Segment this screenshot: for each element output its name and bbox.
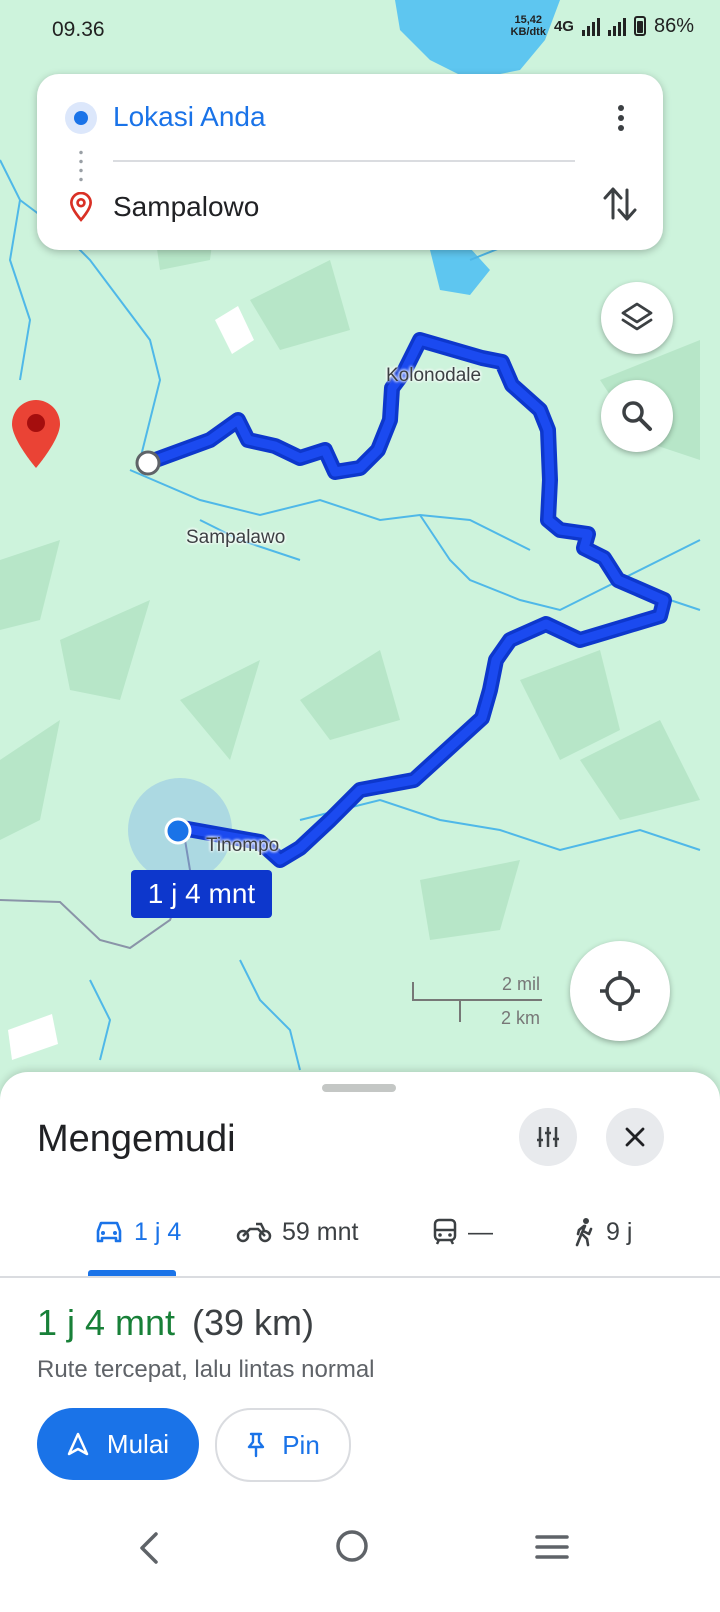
scale-km: 2 km [500, 1008, 540, 1028]
directions-sheet: Mengemudi 1 j 4 59 mnt — 9 j 1 j 4 mnt (… [0, 1072, 720, 1612]
battery-icon [633, 16, 646, 36]
swap-icon[interactable] [601, 184, 639, 224]
tab-motorcycle[interactable]: 59 mnt [236, 1190, 358, 1274]
pin-button[interactable]: Pin [215, 1408, 351, 1482]
travel-mode-tabs: 1 j 4 59 mnt — 9 j [0, 1190, 720, 1278]
navigation-arrow-icon [67, 1432, 89, 1456]
drag-handle[interactable] [322, 1084, 396, 1092]
route-time: 1 j 4 mnt [37, 1302, 176, 1343]
map-label-tinompo: Tinompo [206, 835, 280, 856]
more-options-icon[interactable] [603, 100, 639, 136]
route-distance: (39 km) [192, 1302, 315, 1343]
route-description: Rute tercepat, lalu lintas normal [37, 1356, 375, 1383]
layers-icon [621, 302, 653, 331]
origin-field[interactable]: Lokasi Anda [113, 101, 266, 133]
route-dots [79, 148, 83, 184]
network-type: 4G [553, 17, 574, 35]
close-icon [625, 1127, 645, 1147]
battery-level: 86% [653, 14, 694, 37]
route-duration-chip[interactable]: 1 j 4 mnt [131, 870, 272, 918]
map-label-sampalawo: Sampalawo [186, 527, 286, 548]
route-options-button[interactable] [519, 1108, 577, 1166]
speed-value: 15,42 [514, 14, 542, 26]
signal-icon [607, 16, 626, 36]
sliders-icon [537, 1127, 559, 1147]
scale-miles: 2 mil [501, 974, 540, 994]
start-button[interactable]: Mulai [37, 1408, 199, 1480]
tab-walk[interactable]: 9 j [572, 1190, 632, 1274]
network-speed: 15,42 KB/dtk [511, 14, 546, 38]
pin-outline-icon [70, 192, 92, 222]
menu-icon[interactable] [534, 1532, 570, 1562]
layers-button[interactable] [601, 282, 673, 354]
pushpin-icon [248, 1432, 265, 1458]
close-button[interactable] [606, 1108, 664, 1166]
destination-marker-icon[interactable] [12, 400, 60, 468]
tab-drive-label: 1 j 4 [134, 1217, 182, 1246]
map-white-patch [215, 306, 254, 354]
walk-icon [575, 1218, 593, 1247]
map-label-kolonodale: Kolonodale [386, 365, 482, 386]
pin-label: Pin [282, 1429, 320, 1460]
field-divider [113, 160, 575, 162]
status-time: 09.36 [52, 18, 105, 41]
signal-icon [581, 16, 600, 36]
crosshair-icon [600, 971, 640, 1011]
tab-transit-label: — [468, 1217, 493, 1246]
active-tab-indicator [88, 1270, 176, 1276]
search-icon [622, 401, 652, 431]
status-right: 15,42 KB/dtk 4G 86% [511, 14, 695, 38]
start-label: Mulai [106, 1428, 170, 1459]
directions-card: Lokasi Anda Sampalowo [37, 74, 663, 250]
motorcycle-icon [236, 1222, 272, 1243]
speed-unit: KB/dtk [510, 26, 546, 38]
current-location-dot [164, 817, 192, 845]
train-icon [433, 1218, 457, 1245]
rivers [0, 159, 701, 1071]
system-nav-bar [0, 1500, 720, 1612]
my-location-button[interactable] [570, 941, 670, 1041]
map-scale: 2 mil 2 km [412, 972, 544, 1028]
car-icon [96, 1221, 122, 1243]
destination-endpoint [135, 450, 161, 476]
map-white-patch [8, 1014, 58, 1060]
search-button[interactable] [601, 380, 673, 452]
sheet-title: Mengemudi [37, 1118, 236, 1160]
home-icon[interactable] [334, 1528, 370, 1564]
tab-motorcycle-label: 59 mnt [282, 1217, 359, 1246]
destination-field[interactable]: Sampalowo [113, 191, 259, 223]
back-icon[interactable] [134, 1530, 164, 1566]
origin-dot-icon [65, 102, 97, 134]
tab-drive[interactable]: 1 j 4 [94, 1190, 181, 1274]
tab-walk-label: 9 j [606, 1217, 633, 1246]
status-bar: 09.36 15,42 KB/dtk 4G 86% [0, 0, 720, 60]
tab-transit[interactable]: — [432, 1190, 493, 1274]
